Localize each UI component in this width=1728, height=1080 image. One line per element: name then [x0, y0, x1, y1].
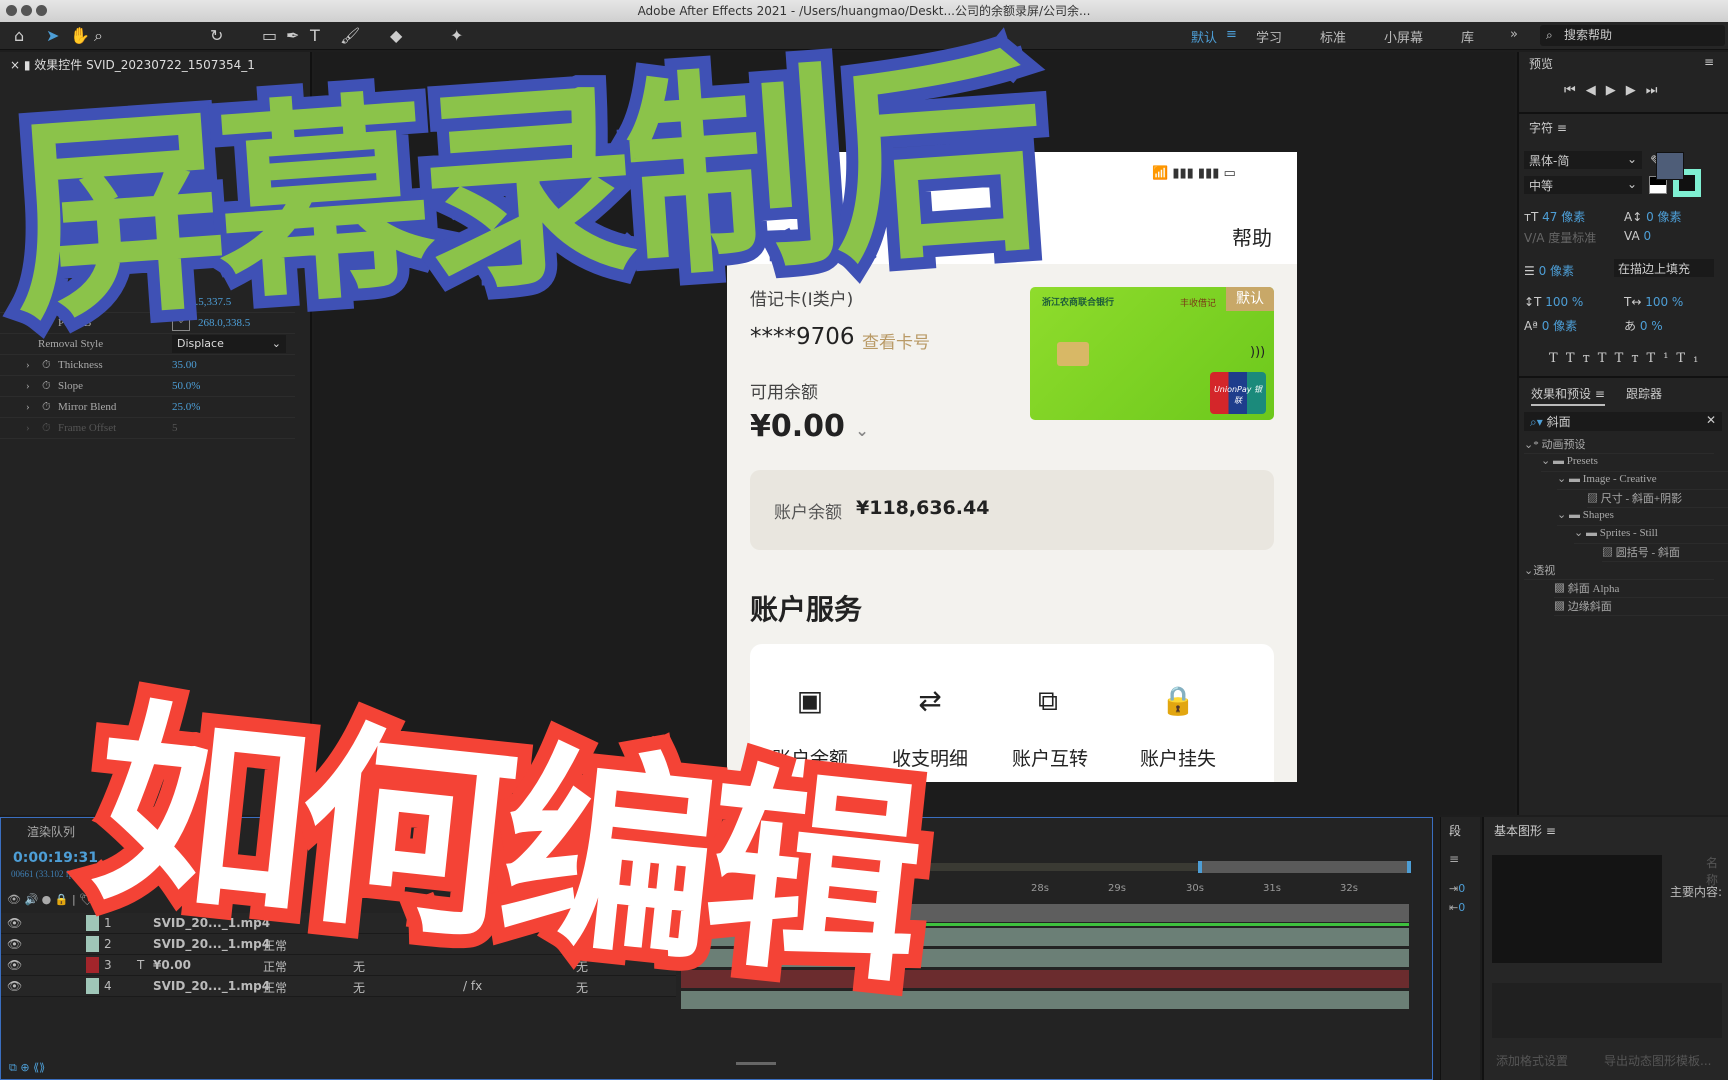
thumbnail-overlay-text: 屏幕录制后 如何编辑 — [0, 16, 1060, 1027]
overlay-title-top: 屏幕录制后 — [4, 28, 1048, 350]
overlay-title-bottom: 如何编辑 — [82, 677, 929, 1013]
